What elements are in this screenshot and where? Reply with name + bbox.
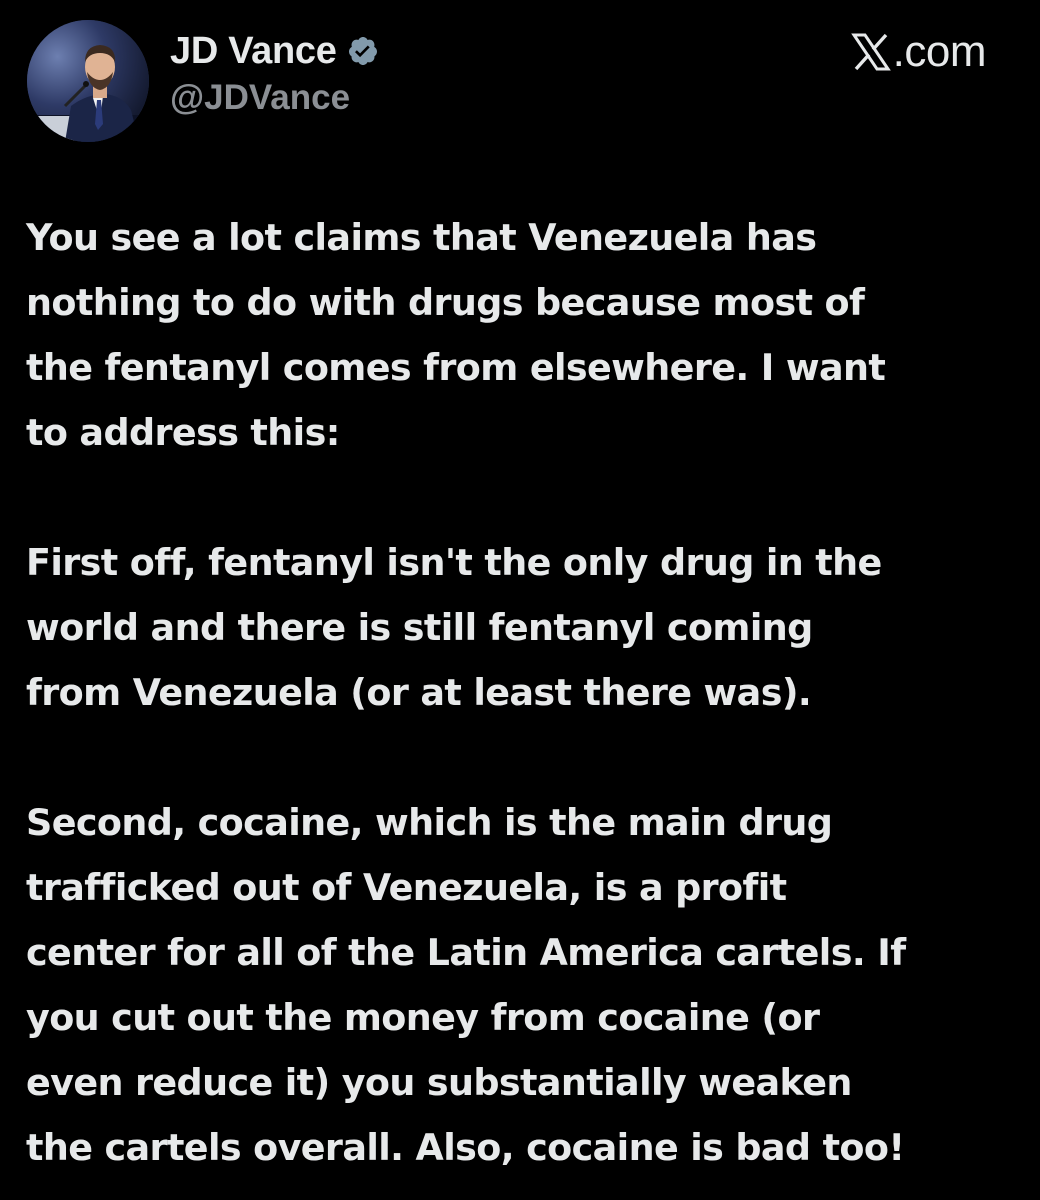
tweet-paragraph-2: First off, fentanyl isn't the only drug …	[26, 541, 882, 714]
author-name-row: JD Vance	[170, 28, 379, 74]
verified-badge-icon	[347, 35, 379, 67]
tweet-header: JD Vance @JDVance .com	[0, 0, 1040, 150]
tweet-paragraph-3: Second, cocaine, which is the main drug …	[26, 801, 906, 1169]
author-display-name[interactable]: JD Vance	[170, 30, 337, 73]
author-handle[interactable]: @JDVance	[170, 78, 350, 118]
tweet-text: You see a lot claims that Venezuela has …	[26, 205, 1021, 1180]
brand-domain-text: .com	[892, 27, 987, 76]
x-brand-watermark: .com	[850, 26, 987, 78]
avatar[interactable]	[27, 20, 149, 142]
avatar-photo-icon	[27, 20, 149, 142]
tweet-paragraph-1: You see a lot claims that Venezuela has …	[26, 216, 886, 454]
x-logo-icon	[850, 32, 891, 72]
